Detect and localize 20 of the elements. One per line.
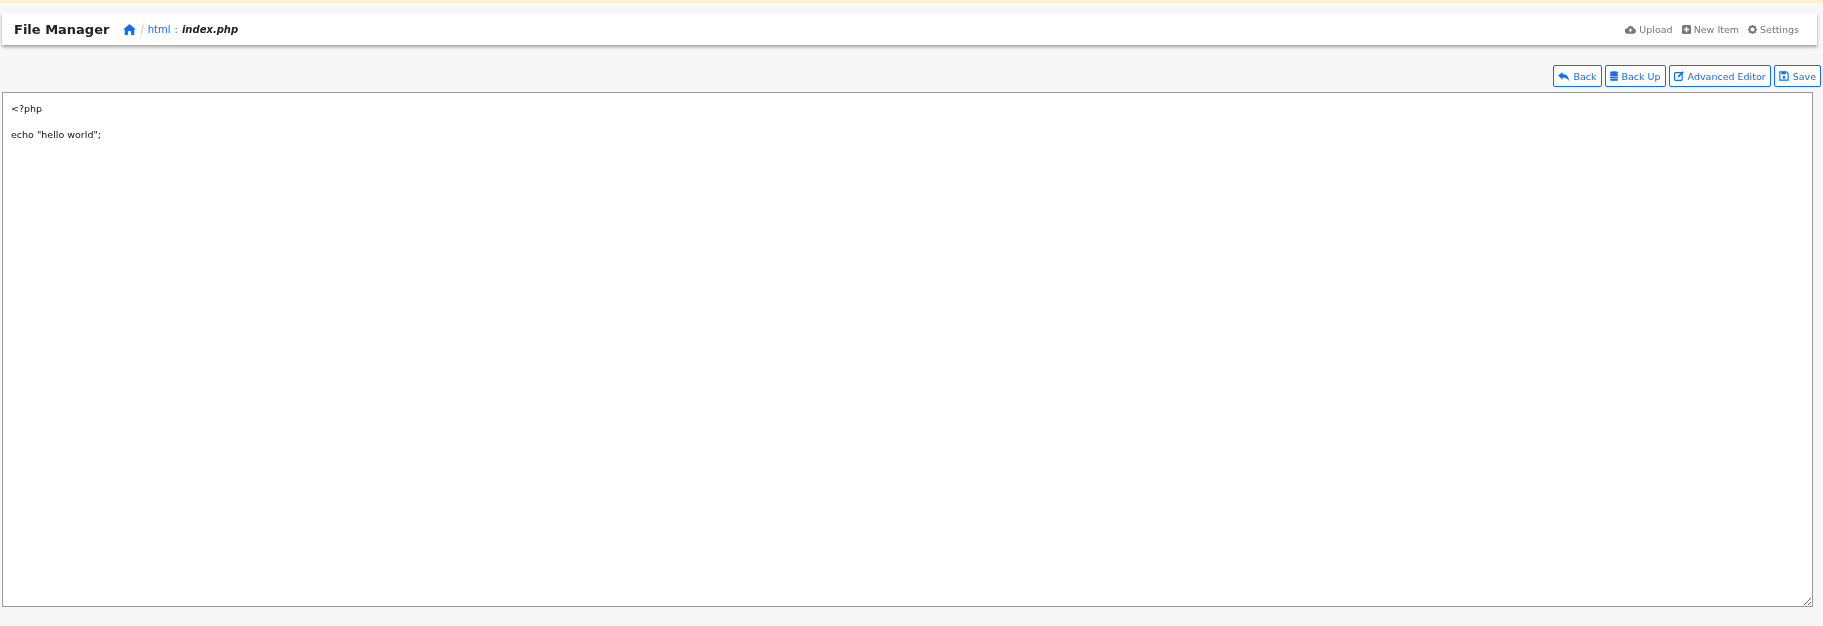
current-file: index.php: [181, 23, 239, 35]
settings-link[interactable]: Settings: [1748, 23, 1799, 35]
cloud-upload-icon: [1625, 24, 1637, 34]
breadcrumb-link[interactable]: html: [147, 23, 171, 35]
code-editor[interactable]: <?php echo "hello world";: [2, 92, 1813, 607]
settings-icon: [1748, 24, 1758, 34]
back-button[interactable]: Back: [1553, 65, 1602, 87]
breadcrumb-separator: :: [174, 23, 178, 35]
edit-button[interactable]: Advanced Editor: [1668, 65, 1771, 87]
home-icon[interactable]: [123, 23, 137, 35]
brand-title: File Manager: [14, 21, 110, 37]
database-icon: [1609, 71, 1618, 81]
save-button[interactable]: Save: [1773, 65, 1821, 87]
edit-icon: [1673, 71, 1684, 81]
breadcrumb-separator: /: [140, 23, 144, 35]
backup-button[interactable]: Back Up: [1604, 65, 1666, 87]
new-link[interactable]: New Item: [1681, 23, 1740, 35]
plus-square-icon: [1681, 24, 1691, 34]
upload-link[interactable]: Upload: [1625, 23, 1673, 35]
reply-arrow-icon: [1558, 71, 1570, 81]
